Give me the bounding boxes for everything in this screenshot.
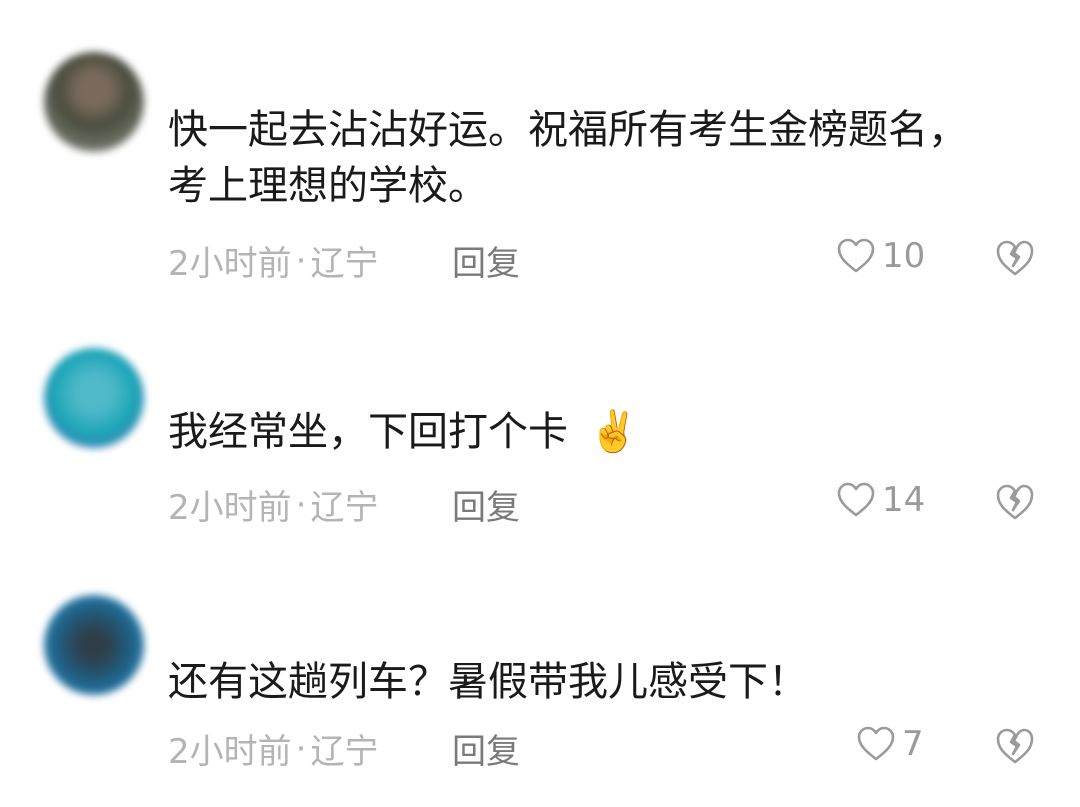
comment-location: 辽宁 (310, 732, 379, 772)
like-button[interactable]: 7 (856, 724, 924, 764)
meta-separator: · (295, 728, 307, 769)
comment-text-line: 还有这趟列车？暑假带我儿感受下！ (168, 659, 808, 705)
dislike-button[interactable] (994, 726, 1036, 768)
broken-heart-icon (994, 726, 1036, 766)
comment-meta: 2小时前 · 辽宁 (168, 724, 378, 773)
avatar[interactable] (44, 595, 144, 695)
reply-button[interactable]: 回复 (452, 724, 520, 773)
comment-item: 还有这趟列车？暑假带我儿感受下！ 2小时前 · 辽宁 回复 7 (0, 0, 1080, 807)
comment-time: 2小时前 (168, 732, 292, 772)
like-count: 7 (902, 724, 924, 764)
comment-text: 还有这趟列车？暑假带我儿感受下！ (168, 654, 1028, 710)
heart-outline-icon (856, 725, 896, 763)
